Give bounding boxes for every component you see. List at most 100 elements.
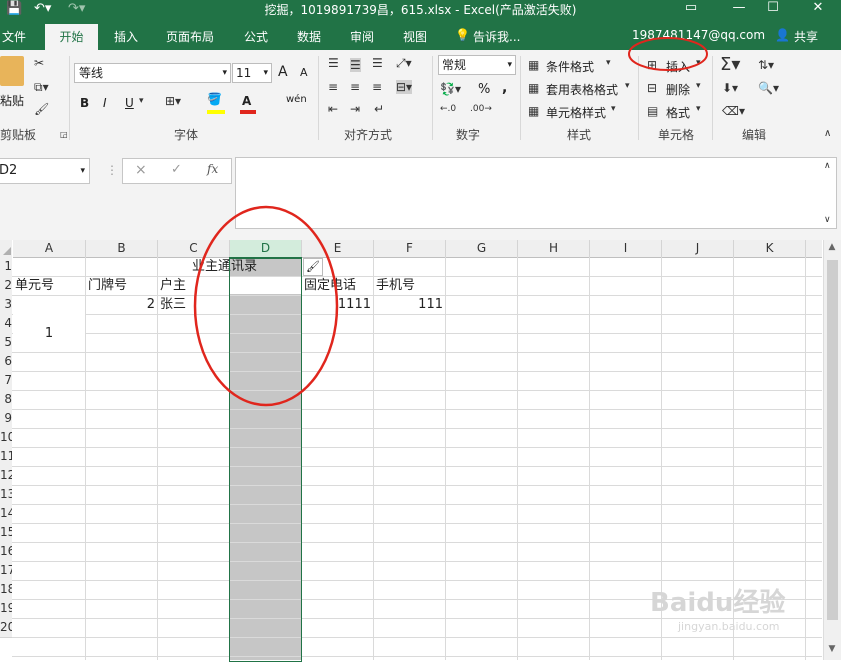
- align-center-icon[interactable]: ≡: [350, 80, 360, 94]
- cell-f3[interactable]: 111: [374, 295, 443, 314]
- tab-data[interactable]: 数据: [297, 28, 321, 45]
- formula-scroll-icon[interactable]: ∨: [824, 215, 831, 225]
- copy-icon[interactable]: ⧉▾: [34, 80, 49, 95]
- shrink-font-button[interactable]: A: [300, 66, 308, 79]
- tab-insert[interactable]: 插入: [114, 28, 138, 45]
- orientation-icon[interactable]: ⤢▾: [396, 56, 412, 71]
- borders-icon[interactable]: ⊞▾: [165, 94, 181, 108]
- paste-button[interactable]: 粘贴: [0, 92, 24, 109]
- bold-button[interactable]: B: [80, 96, 89, 110]
- find-select-icon[interactable]: 🔍▾: [758, 81, 779, 95]
- sort-filter-icon[interactable]: ⇅▾: [758, 58, 774, 72]
- insert-function-icon[interactable]: fx: [207, 162, 218, 176]
- align-top-icon[interactable]: ☰: [328, 56, 339, 70]
- comma-button[interactable]: ,: [502, 80, 507, 96]
- fill-color-icon[interactable]: 🪣: [207, 92, 222, 106]
- column-header-i[interactable]: I: [590, 240, 662, 258]
- decrease-indent-icon[interactable]: ⇤: [328, 102, 338, 116]
- align-right-icon[interactable]: ≡: [372, 80, 382, 94]
- increase-decimal-icon[interactable]: ←.0: [440, 104, 456, 114]
- tab-page-layout[interactable]: 页面布局: [166, 28, 214, 45]
- row-header-11[interactable]: 11: [0, 447, 12, 467]
- scroll-up-icon[interactable]: ▲: [826, 242, 838, 254]
- collapse-ribbon-icon[interactable]: ∧: [824, 128, 831, 139]
- conditional-format-button[interactable]: 条件格式: [546, 58, 594, 75]
- scroll-thumb[interactable]: [827, 260, 838, 620]
- row-header-19[interactable]: 19: [0, 599, 12, 619]
- column-header-a[interactable]: A: [13, 240, 86, 258]
- cancel-icon[interactable]: ×: [135, 162, 147, 178]
- format-painter-icon[interactable]: 🖌: [34, 102, 49, 116]
- align-bottom-icon[interactable]: ☰: [372, 56, 383, 70]
- chevron-down-icon[interactable]: ▾: [139, 96, 144, 106]
- enter-icon[interactable]: ✓: [171, 162, 182, 177]
- cell-c2[interactable]: 户主: [160, 276, 186, 295]
- format-as-table-button[interactable]: 套用表格格式: [546, 81, 618, 98]
- tab-home[interactable]: 开始: [45, 24, 98, 50]
- cell-styles-button[interactable]: 单元格样式: [546, 104, 606, 121]
- underline-button[interactable]: U: [125, 96, 134, 110]
- increase-indent-icon[interactable]: ⇥: [350, 102, 360, 116]
- tell-me-search[interactable]: 告诉我...: [473, 28, 520, 45]
- cell-b2[interactable]: 门牌号: [88, 276, 127, 295]
- vertical-scrollbar[interactable]: ▲ ▼: [823, 240, 841, 660]
- select-all-corner[interactable]: [0, 240, 12, 258]
- decrease-decimal-icon[interactable]: .00→: [470, 104, 492, 114]
- row-header-13[interactable]: 13: [0, 485, 12, 505]
- row-header-6[interactable]: 6: [0, 352, 12, 372]
- italic-button[interactable]: I: [103, 96, 107, 110]
- name-box[interactable]: D2 ▾: [0, 158, 90, 184]
- worksheet[interactable]: A B C D E F G H I J K 1 2 3 4 5 6 7 8 9 …: [0, 205, 841, 662]
- row-header-14[interactable]: 14: [0, 504, 12, 524]
- column-header-h[interactable]: H: [518, 240, 590, 258]
- cell-c3[interactable]: 张三: [160, 295, 186, 314]
- tab-file[interactable]: 文件: [2, 28, 26, 45]
- row-header-7[interactable]: 7: [0, 371, 12, 391]
- tab-review[interactable]: 审阅: [350, 28, 374, 45]
- row-header-2[interactable]: 2: [0, 276, 12, 296]
- number-format-dropdown[interactable]: 常规 ▾: [438, 55, 516, 75]
- merge-center-icon[interactable]: ⊟▾: [396, 80, 413, 94]
- row-header-3[interactable]: 3: [0, 295, 12, 315]
- grow-font-button[interactable]: A: [278, 64, 288, 80]
- autosum-icon[interactable]: Σ▾: [720, 54, 740, 75]
- delete-cells-button[interactable]: 删除: [666, 81, 690, 98]
- paste-icon[interactable]: [0, 56, 24, 86]
- column-header-f[interactable]: F: [374, 240, 446, 258]
- row-header-18[interactable]: 18: [0, 580, 12, 600]
- format-cells-button[interactable]: 格式: [666, 104, 690, 121]
- close-icon[interactable]: ✕: [803, 0, 833, 15]
- row-header-15[interactable]: 15: [0, 523, 12, 543]
- restore-icon[interactable]: ☐: [758, 0, 788, 15]
- row-header-12[interactable]: 12: [0, 466, 12, 486]
- align-left-icon[interactable]: ≡: [328, 80, 338, 94]
- percent-button[interactable]: %: [478, 82, 490, 97]
- tab-formulas[interactable]: 公式: [244, 28, 268, 45]
- minimize-icon[interactable]: —: [724, 0, 754, 15]
- row-header-9[interactable]: 9: [0, 409, 12, 429]
- clear-icon[interactable]: ⌫▾: [722, 104, 745, 118]
- fill-icon[interactable]: ⬇▾: [722, 81, 738, 95]
- font-name-dropdown[interactable]: 等线 ▾: [74, 63, 231, 83]
- column-header-b[interactable]: B: [86, 240, 158, 258]
- expand-formula-icon[interactable]: ∧: [824, 161, 831, 171]
- phonetic-button[interactable]: wén: [286, 94, 307, 105]
- align-middle-icon[interactable]: ☰: [350, 58, 361, 72]
- column-header-j[interactable]: J: [662, 240, 734, 258]
- row-header-1[interactable]: 1: [0, 257, 12, 277]
- scroll-down-icon[interactable]: ▼: [826, 644, 838, 656]
- share-button[interactable]: 共享: [794, 28, 818, 45]
- cell-f2[interactable]: 手机号: [376, 276, 415, 295]
- cell-b3[interactable]: 2: [86, 295, 155, 314]
- row-header-10[interactable]: 10: [0, 428, 12, 448]
- wrap-text-icon[interactable]: ↵: [374, 102, 384, 116]
- ribbon-display-icon[interactable]: ▭: [676, 0, 706, 15]
- dialog-launcher-icon[interactable]: ◲: [60, 130, 68, 139]
- row-header-20[interactable]: 20: [0, 618, 12, 638]
- font-size-dropdown[interactable]: 11 ▾: [232, 63, 272, 83]
- font-color-icon[interactable]: A: [242, 94, 251, 108]
- row-header-5[interactable]: 5: [0, 333, 12, 353]
- row-header-17[interactable]: 17: [0, 561, 12, 581]
- row-header-4[interactable]: 4: [0, 314, 12, 334]
- row-header-8[interactable]: 8: [0, 390, 12, 410]
